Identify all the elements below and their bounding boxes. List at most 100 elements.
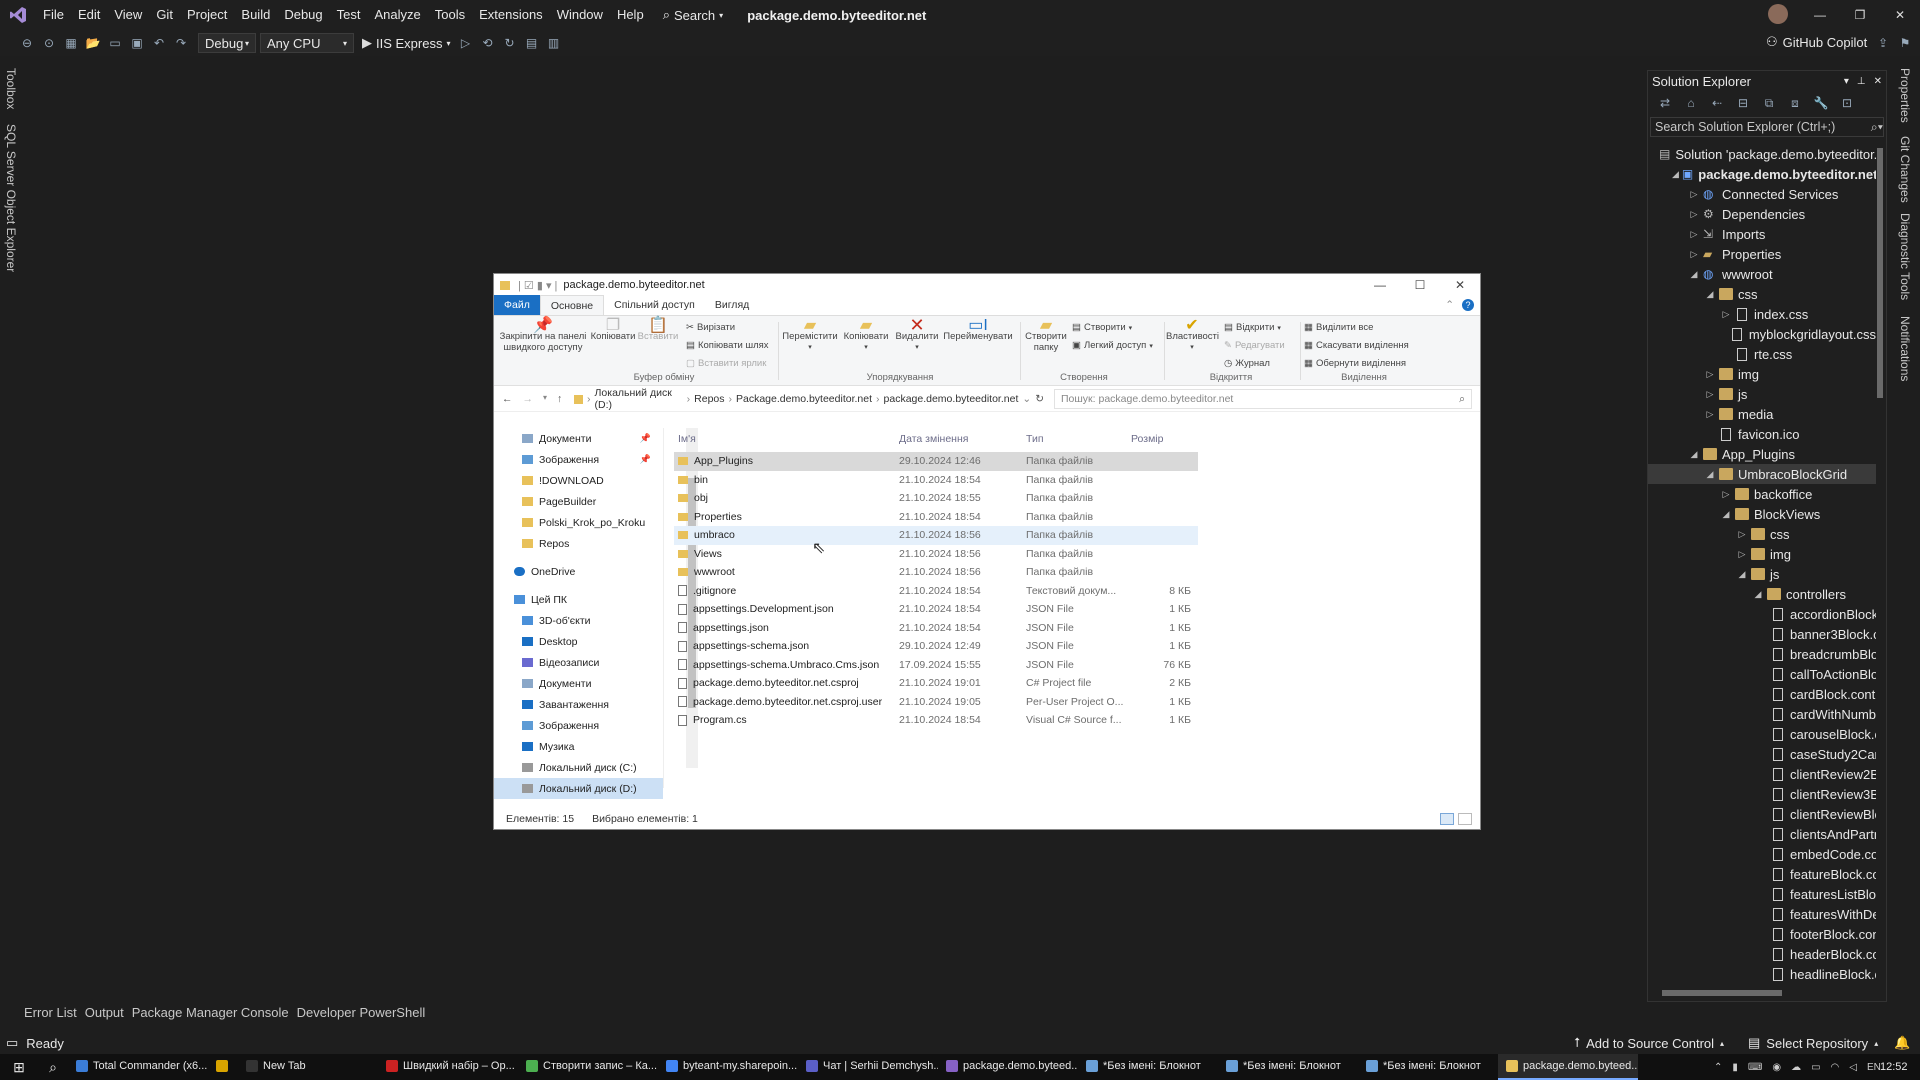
expanded-arrow-icon[interactable]: ◢ (1704, 289, 1716, 300)
filter-icon[interactable]: ⧈ (1784, 93, 1806, 113)
refresh-icon[interactable]: ↻ (1035, 393, 1044, 405)
expanded-arrow-icon[interactable]: ◢ (1672, 169, 1679, 180)
quick-access-toolbar[interactable]: | ☑ ▮ ▾ | (518, 279, 557, 292)
nav-item[interactable]: Відеозаписи (494, 652, 663, 673)
menu-item-debug[interactable]: Debug (277, 0, 329, 30)
back-icon[interactable]: ⇠ (1706, 93, 1728, 113)
save-icon[interactable]: ▭ (104, 33, 126, 53)
tree-node[interactable]: ◢ controllers (1648, 584, 1876, 604)
browser-link-icon[interactable]: ▤ (520, 33, 542, 53)
back-icon[interactable]: ⊖ (16, 33, 38, 53)
menu-item-test[interactable]: Test (330, 0, 368, 30)
horizontal-scrollbar[interactable] (1654, 989, 1874, 997)
tree-node[interactable]: breadcrumbBlo (1648, 644, 1876, 664)
restore-icon[interactable]: ❐ (1840, 0, 1880, 30)
git-changes-tab[interactable]: Git Changes (1898, 136, 1912, 203)
file-row[interactable]: wwwroot 21.10.2024 18:56 Папка файлів (674, 563, 1198, 582)
file-row[interactable]: appsettings.Development.json 21.10.2024 1… (674, 600, 1198, 619)
collapsed-arrow-icon[interactable]: ▷ (1704, 409, 1716, 420)
tree-node[interactable]: cardWithNumb (1648, 704, 1876, 724)
menu-item-extensions[interactable]: Extensions (472, 0, 550, 30)
tree-node[interactable]: ▷ img (1648, 544, 1876, 564)
collapse-icon[interactable]: ⊟ (1732, 93, 1754, 113)
column-type[interactable]: Тип (1026, 433, 1131, 445)
menu-item-project[interactable]: Project (180, 0, 234, 30)
show-all-files-icon[interactable]: ⧉ (1758, 93, 1780, 113)
tree-node[interactable]: myblockgridlayout.css (1648, 324, 1876, 344)
sql-server-explorer-tab[interactable]: SQL Server Object Explorer (4, 124, 18, 272)
expanded-arrow-icon[interactable]: ◢ (1688, 449, 1700, 460)
nav-item[interactable]: Музика (494, 736, 663, 757)
search-icon[interactable]: ⌕ (38, 1059, 68, 1076)
nav-item[interactable]: !DOWNLOAD (494, 470, 663, 491)
tree-node[interactable]: ◢ BlockViews (1648, 504, 1876, 524)
collapsed-arrow-icon[interactable]: ▷ (1704, 369, 1716, 380)
language-icon[interactable]: EN (1867, 1062, 1881, 1073)
tree-node[interactable]: ▤ Solution 'package.demo.byteeditor. (1648, 144, 1876, 164)
vertical-scrollbar[interactable] (1876, 144, 1884, 984)
cut-button[interactable]: ✂ Вирізати (686, 322, 735, 333)
tree-node[interactable]: headerBlock.co (1648, 944, 1876, 964)
new-item-button[interactable]: ▤ Створити ▾ (1072, 322, 1132, 333)
tree-node[interactable]: ◢ App_Plugins (1648, 444, 1876, 464)
taskbar-app[interactable]: *Без імені: Блокнот (1078, 1054, 1218, 1080)
tab-home[interactable]: Основне (539, 295, 605, 315)
details-view-icon[interactable] (1440, 813, 1454, 825)
delete-button[interactable]: ✕ Видалити ▾ (894, 316, 940, 353)
tab-share[interactable]: Спільний доступ (604, 295, 705, 315)
platform-dropdown[interactable]: Any CPU ▾ (260, 33, 354, 53)
tree-node[interactable]: embedCode.co (1648, 844, 1876, 864)
battery-icon[interactable]: ▭ (1811, 1062, 1820, 1073)
clock[interactable]: 12:52 (1880, 1061, 1908, 1073)
chevron-up-icon[interactable]: ⌃ (1714, 1062, 1722, 1073)
file-row[interactable]: appsettings-schema.json 29.10.2024 12:49 J… (674, 637, 1198, 656)
layout-icon[interactable]: ▥ (542, 33, 564, 53)
tree-node[interactable]: featureBlock.co (1648, 864, 1876, 884)
tree-node[interactable]: footerBlock.con (1648, 924, 1876, 944)
file-row[interactable]: Properties 21.10.2024 18:54 Папка файлів (674, 508, 1198, 527)
file-row[interactable]: Views 21.10.2024 18:56 Папка файлів (674, 545, 1198, 564)
breadcrumb-item[interactable]: Локальний диск (D:) (595, 387, 683, 411)
collapsed-arrow-icon[interactable]: ▷ (1688, 189, 1700, 200)
minimize-icon[interactable]: — (1360, 274, 1400, 296)
collapsed-arrow-icon[interactable]: ▷ (1688, 229, 1700, 240)
file-row[interactable]: appsettings.json 21.10.2024 18:54 JSON Fil… (674, 619, 1198, 638)
pin-icon[interactable]: 📌 (640, 454, 651, 465)
nav-item[interactable]: Завантаження (494, 694, 663, 715)
taskbar-app[interactable]: Чат | Serhii Demchysh... (798, 1054, 938, 1080)
tree-node[interactable]: featuresListBloc (1648, 884, 1876, 904)
expanded-arrow-icon[interactable]: ◢ (1704, 469, 1716, 480)
taskbar-app[interactable]: Total Commander (x6... (68, 1054, 208, 1080)
taskbar-app[interactable]: *Без імені: Блокнот (1218, 1054, 1358, 1080)
undo-icon[interactable]: ↶ (148, 33, 170, 53)
tree-node[interactable]: clientsAndPartn (1648, 824, 1876, 844)
keyboard-icon[interactable]: ⌨ (1748, 1062, 1762, 1073)
tree-node[interactable]: ◢ ◍ wwwroot (1648, 264, 1876, 284)
collapsed-arrow-icon[interactable]: ▷ (1720, 489, 1732, 500)
close-icon[interactable]: ✕ (1880, 0, 1920, 30)
taskbar-app[interactable]: New Tab (238, 1054, 378, 1080)
tree-node[interactable]: callToActionBlo (1648, 664, 1876, 684)
search-menu[interactable]: ⌕ Search ▾ (663, 7, 724, 23)
pin-icon[interactable]: ⊥ (1857, 76, 1866, 87)
wifi-icon[interactable]: ◠ (1831, 1062, 1840, 1073)
history-button[interactable]: ◷ Журнал (1224, 358, 1270, 369)
toolbox-tab[interactable]: Toolbox (4, 68, 18, 109)
pin-icon[interactable]: 📌 (640, 433, 651, 444)
tree-node[interactable]: carouselBlock.c (1648, 724, 1876, 744)
tree-node[interactable]: caseStudy2Carc (1648, 744, 1876, 764)
menu-item-file[interactable]: File (36, 0, 71, 30)
tree-node[interactable]: clientReview2Bl (1648, 764, 1876, 784)
easy-access-button[interactable]: ▣ Легкий доступ ▾ (1072, 340, 1153, 351)
select-repository-button[interactable]: ▤ Select Repository ▴ (1748, 1035, 1878, 1051)
close-icon[interactable]: ✕ (1440, 274, 1480, 296)
file-row[interactable]: umbraco 21.10.2024 18:56 Папка файлів (674, 526, 1198, 545)
notification-bell-icon[interactable]: 🔔 (1894, 1035, 1910, 1051)
notifications-tab[interactable]: Notifications (1898, 316, 1912, 381)
close-icon[interactable]: ✕ (1874, 76, 1882, 87)
chevron-down-icon[interactable]: ▾ (1844, 76, 1849, 87)
visual-studio-logo-icon[interactable] (0, 0, 36, 30)
properties-tab[interactable]: Properties (1898, 68, 1912, 123)
tree-node[interactable]: ◢ ▣ package.demo.byteeditor.net (1648, 164, 1876, 184)
open-icon[interactable]: 📂 (82, 33, 104, 53)
